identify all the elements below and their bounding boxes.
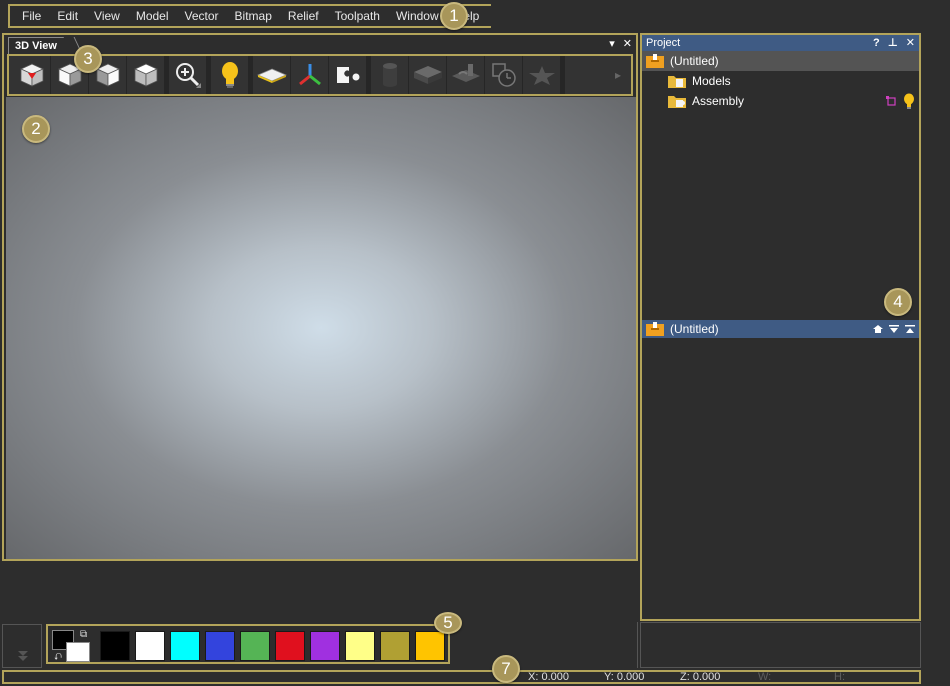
link-colors-icon[interactable]: ⧉ bbox=[80, 629, 87, 640]
status-w: W: bbox=[758, 671, 772, 683]
home-icon[interactable] bbox=[873, 324, 883, 334]
axes-icon bbox=[298, 64, 321, 86]
assembly-folder-icon bbox=[668, 96, 686, 108]
slab-button[interactable] bbox=[409, 56, 447, 94]
lightbulb-icon bbox=[221, 62, 238, 88]
top-view-button[interactable] bbox=[127, 56, 165, 94]
zoom-button[interactable] bbox=[169, 56, 207, 94]
3d-viewport[interactable] bbox=[6, 97, 636, 559]
menu-edit[interactable]: Edit bbox=[49, 9, 86, 23]
callout-badge-1: 1 bbox=[440, 2, 468, 30]
3d-view-panel: 3D View ▾ ✕ ▸ bbox=[2, 33, 638, 561]
color-swatch[interactable] bbox=[240, 631, 270, 661]
callout-badge-4: 4 bbox=[884, 288, 912, 316]
color-swatch[interactable] bbox=[205, 631, 235, 661]
collapse-up-icon[interactable] bbox=[905, 324, 915, 334]
toolpath-tool-icon bbox=[451, 64, 480, 82]
lightbulb-icon[interactable] bbox=[903, 93, 915, 109]
tree-item-project[interactable]: (Untitled) bbox=[642, 51, 919, 71]
callout-badge-7: 7 bbox=[492, 655, 520, 683]
tree-item-label: (Untitled) bbox=[670, 54, 719, 68]
models-folder-icon bbox=[668, 76, 686, 88]
top-view-icon bbox=[133, 63, 158, 87]
project-panel-title: Project ? ⊥ ✕ bbox=[642, 35, 919, 51]
color-swatch[interactable] bbox=[345, 631, 375, 661]
toolbar-overflow-icon[interactable]: ▸ bbox=[615, 68, 631, 82]
timer-icon bbox=[491, 63, 516, 87]
collapse-down-icon[interactable] bbox=[17, 649, 29, 663]
puzzle-button[interactable] bbox=[329, 56, 367, 94]
tab-3d-view-label: 3D View bbox=[15, 40, 57, 52]
close-icon[interactable]: ✕ bbox=[623, 37, 632, 50]
callout-badge-2: 2 bbox=[22, 115, 50, 143]
pin-icon[interactable]: ⊥ bbox=[888, 35, 898, 51]
project-icon bbox=[646, 322, 664, 336]
help-icon[interactable]: ? bbox=[873, 35, 880, 51]
slab-icon bbox=[413, 66, 442, 84]
background-color[interactable] bbox=[66, 642, 90, 662]
view-controls: ▾ ✕ bbox=[609, 37, 632, 50]
project-panel-title-text: Project bbox=[646, 37, 681, 49]
menu-file[interactable]: File bbox=[14, 9, 49, 23]
status-bar: X: 0.000 Y: 0.000 Z: 0.000 W: H: bbox=[2, 670, 921, 684]
iso-view-icon bbox=[19, 63, 44, 87]
menu-relief[interactable]: Relief bbox=[280, 9, 327, 23]
axes-button[interactable] bbox=[291, 56, 329, 94]
close-icon[interactable]: ✕ bbox=[906, 35, 915, 51]
status-x: X: 0.000 bbox=[528, 671, 569, 683]
menu-window[interactable]: Window bbox=[388, 9, 447, 23]
color-swatch[interactable] bbox=[135, 631, 165, 661]
color-swatch[interactable] bbox=[170, 631, 200, 661]
star-button[interactable] bbox=[523, 56, 561, 94]
tab-3d-view[interactable]: 3D View bbox=[8, 37, 74, 55]
project-panel: Project ? ⊥ ✕ (Untitled) Models Assembly bbox=[640, 33, 921, 621]
cylinder-icon bbox=[382, 63, 397, 87]
plane-icon bbox=[256, 68, 287, 83]
menu-toolpath[interactable]: Toolpath bbox=[327, 9, 388, 23]
star-icon bbox=[528, 66, 555, 85]
select-icon[interactable] bbox=[885, 95, 897, 107]
zoom-icon bbox=[175, 63, 201, 88]
toolbar-separator bbox=[561, 56, 565, 94]
status-z: Z: 0.000 bbox=[680, 671, 721, 683]
color-swatch[interactable] bbox=[415, 631, 445, 661]
menu-bar: File Edit View Model Vector Bitmap Relie… bbox=[8, 4, 492, 28]
menu-vector[interactable]: Vector bbox=[177, 9, 227, 23]
collapse-down-icon[interactable] bbox=[889, 324, 899, 334]
tree-item-label: Models bbox=[692, 74, 731, 88]
plane-button[interactable] bbox=[253, 56, 291, 94]
cylinder-button[interactable] bbox=[371, 56, 409, 94]
lighting-button[interactable] bbox=[211, 56, 249, 94]
color-palette: ⧉ ⮏ bbox=[46, 624, 450, 664]
menu-bitmap[interactable]: Bitmap bbox=[227, 9, 280, 23]
tree-item-label: Assembly bbox=[692, 94, 745, 108]
project-icon bbox=[646, 54, 664, 68]
callout-badge-3: 3 bbox=[74, 45, 102, 73]
color-swatch[interactable] bbox=[310, 631, 340, 661]
tree-item-models[interactable]: Models bbox=[642, 71, 919, 91]
iso-view-button[interactable] bbox=[13, 56, 51, 94]
bottom-right-panel bbox=[640, 622, 921, 668]
lower-project-header[interactable]: (Untitled) bbox=[642, 320, 919, 338]
lower-project-title: (Untitled) bbox=[670, 322, 719, 336]
color-swatch[interactable] bbox=[275, 631, 305, 661]
menu-view[interactable]: View bbox=[86, 9, 128, 23]
tree-item-assembly[interactable]: Assembly bbox=[642, 91, 919, 111]
menu-model[interactable]: Model bbox=[128, 9, 177, 23]
color-swatch[interactable] bbox=[100, 631, 130, 661]
bottom-left-panel bbox=[2, 624, 42, 668]
swap-colors-icon[interactable]: ⮏ bbox=[54, 650, 62, 667]
bottom-middle-panel bbox=[450, 622, 638, 668]
puzzle-icon bbox=[336, 67, 359, 83]
timer-button[interactable] bbox=[485, 56, 523, 94]
fg-bg-color-selector[interactable]: ⧉ ⮏ bbox=[52, 629, 90, 663]
toolpath-tool-button[interactable] bbox=[447, 56, 485, 94]
color-swatch[interactable] bbox=[380, 631, 410, 661]
status-h: H: bbox=[834, 671, 845, 683]
status-y: Y: 0.000 bbox=[604, 671, 645, 683]
chevron-down-icon[interactable]: ▾ bbox=[609, 37, 615, 50]
